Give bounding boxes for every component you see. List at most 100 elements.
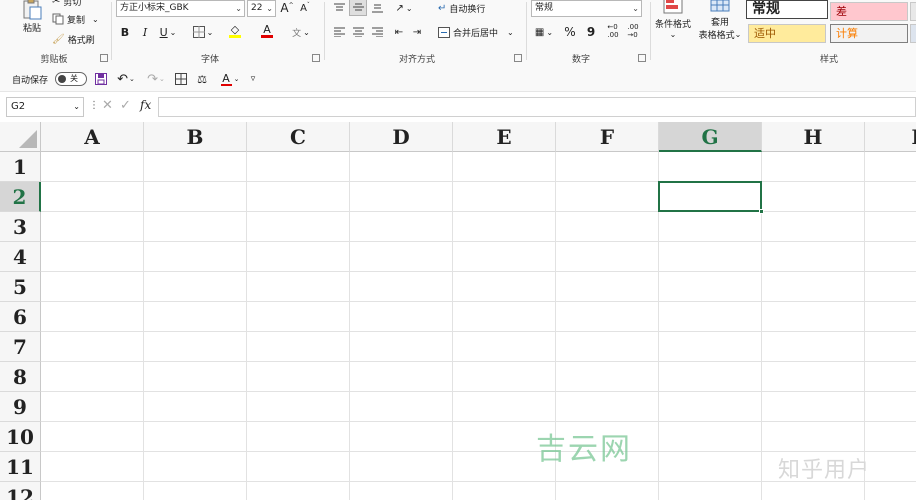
- decrease-decimal-button[interactable]: .00 →0: [624, 22, 642, 40]
- fill-handle[interactable]: [759, 209, 764, 214]
- more-options-icon[interactable]: ⋮: [89, 100, 99, 111]
- row-header-10[interactable]: 10: [0, 422, 41, 452]
- save-button[interactable]: [93, 71, 109, 87]
- currency-icon: ▦: [534, 26, 545, 38]
- align-bottom-button[interactable]: [370, 0, 384, 16]
- align-left-button[interactable]: [332, 24, 346, 40]
- autosave-toggle[interactable]: 关: [55, 72, 87, 86]
- cut-button[interactable]: ✂ 剪切: [52, 0, 81, 8]
- row-header-8[interactable]: 8: [0, 362, 41, 392]
- phonetic-icon: 文: [292, 28, 302, 39]
- enter-icon[interactable]: ✓: [120, 98, 131, 113]
- style-calc[interactable]: 计算: [830, 24, 908, 43]
- wrap-text-button[interactable]: ↵ 自动换行: [438, 0, 485, 16]
- increase-font-button[interactable]: A ^: [280, 0, 294, 16]
- row-header-1[interactable]: 1: [0, 152, 41, 182]
- style-more-2[interactable]: [910, 24, 916, 43]
- clipboard-launcher-icon[interactable]: [100, 54, 108, 62]
- conditional-format-label: 条件格式: [654, 20, 691, 30]
- bold-button[interactable]: B: [118, 24, 132, 40]
- style-more[interactable]: [910, 2, 916, 21]
- row-header-3[interactable]: 3: [0, 212, 41, 242]
- column-header-f[interactable]: F: [556, 122, 659, 152]
- increase-indent-button[interactable]: ⇥: [410, 24, 424, 40]
- comma-style-button[interactable]: 9: [584, 24, 598, 40]
- row-header-2[interactable]: 2: [0, 182, 41, 212]
- style-normal[interactable]: 常规: [746, 0, 828, 19]
- align-middle-icon: [352, 3, 364, 11]
- decrease-font-button[interactable]: Aˇ: [298, 0, 312, 16]
- align-center-icon: [352, 27, 364, 37]
- percent-button[interactable]: %: [562, 24, 578, 40]
- column-header-i[interactable]: I: [865, 122, 916, 152]
- align-right-button[interactable]: [370, 24, 384, 40]
- column-header-a[interactable]: A: [41, 122, 144, 152]
- chevron-down-icon: ⌄: [507, 27, 514, 37]
- column-header-e[interactable]: E: [453, 122, 556, 152]
- chevron-down-icon: ⌄: [92, 14, 99, 24]
- border-button[interactable]: ⌄: [190, 24, 216, 40]
- quick-font-color-button[interactable]: A ⌄: [217, 70, 243, 88]
- number-format-combo[interactable]: 常规 ⌄: [531, 0, 642, 17]
- format-as-table-button[interactable]: 套用 表格格式 ⌄: [696, 0, 744, 42]
- font-name-combo[interactable]: 方正小标宋_GBK ⌄: [116, 0, 245, 17]
- cancel-icon[interactable]: ✕: [102, 98, 113, 113]
- row-header-6[interactable]: 6: [0, 302, 41, 332]
- font-color-button[interactable]: A: [254, 22, 280, 40]
- font-launcher-icon[interactable]: [312, 54, 320, 62]
- row-header-9[interactable]: 9: [0, 392, 41, 422]
- row-header-12[interactable]: 12: [0, 482, 41, 500]
- orientation-button[interactable]: ↗ ⌄: [392, 0, 416, 16]
- alignment-launcher-icon[interactable]: [514, 54, 522, 62]
- paste-button[interactable]: 粘贴: [14, 0, 50, 36]
- row-header-4[interactable]: 4: [0, 242, 41, 272]
- accounting-format-button[interactable]: ▦ ⌄: [532, 24, 556, 40]
- style-bad[interactable]: 差: [830, 2, 908, 21]
- redo-button[interactable]: ↷ ⌄: [144, 71, 168, 87]
- copy-button[interactable]: 复制 ⌄: [52, 12, 99, 26]
- fill-color-button[interactable]: ◇: [222, 22, 248, 40]
- column-header-h[interactable]: H: [762, 122, 865, 152]
- balance-button[interactable]: ⚖: [195, 71, 209, 87]
- row-header-7[interactable]: 7: [0, 332, 41, 362]
- fill-bucket-icon: ◇: [230, 23, 240, 36]
- merge-center-label: 合并后居中: [453, 28, 499, 39]
- column-header-c[interactable]: C: [247, 122, 350, 152]
- copy-label: 复制: [67, 15, 86, 26]
- align-top-button[interactable]: [332, 0, 346, 16]
- phonetic-button[interactable]: 文 ⌄: [288, 24, 314, 40]
- row-header-5[interactable]: 5: [0, 272, 41, 302]
- column-header-b[interactable]: B: [144, 122, 247, 152]
- undo-button[interactable]: ↶ ⌄: [114, 71, 138, 87]
- gridline-horizontal: [41, 361, 916, 362]
- insert-function-icon[interactable]: fx: [140, 98, 151, 112]
- merge-center-button[interactable]: 合并后居中 ⌄: [438, 24, 514, 40]
- styles-group-label: 样式: [819, 55, 838, 65]
- align-middle-button[interactable]: [349, 0, 367, 16]
- decrease-indent-button[interactable]: ⇤: [392, 24, 406, 40]
- font-size-combo[interactable]: 22 ⌄: [247, 0, 276, 17]
- chevron-down-icon: ⌄: [303, 27, 310, 37]
- style-normal-label: 常规: [752, 1, 780, 17]
- row-header-11[interactable]: 11: [0, 452, 41, 482]
- worksheet-grid[interactable]: ABCDEFGHI 1 2 3 4 5 6 7 8 9 10 11 12: [0, 122, 916, 500]
- selected-cell[interactable]: [658, 181, 762, 212]
- customize-qat-button[interactable]: ▿: [247, 71, 259, 87]
- select-all-button[interactable]: [0, 122, 41, 152]
- conditional-format-button[interactable]: 条件格式 ⌄: [653, 0, 693, 42]
- autosave-label: 自动保存: [12, 76, 49, 86]
- border-icon: [192, 26, 205, 38]
- font-group-label: 字体: [200, 55, 219, 65]
- borders-quick-button[interactable]: [174, 71, 188, 87]
- italic-button[interactable]: I: [138, 24, 152, 40]
- column-header-g[interactable]: G: [659, 122, 762, 152]
- column-header-d[interactable]: D: [350, 122, 453, 152]
- increase-decimal-button[interactable]: ←0.00: [604, 22, 622, 40]
- number-launcher-icon[interactable]: [638, 54, 646, 62]
- style-neutral[interactable]: 适中: [748, 24, 826, 43]
- align-center-button[interactable]: [351, 24, 365, 40]
- format-painter-button[interactable]: 🖌 格式刷: [52, 32, 95, 46]
- underline-button[interactable]: U ⌄: [156, 24, 180, 40]
- name-box[interactable]: G2 ⌄: [6, 97, 84, 117]
- formula-input[interactable]: [158, 97, 916, 117]
